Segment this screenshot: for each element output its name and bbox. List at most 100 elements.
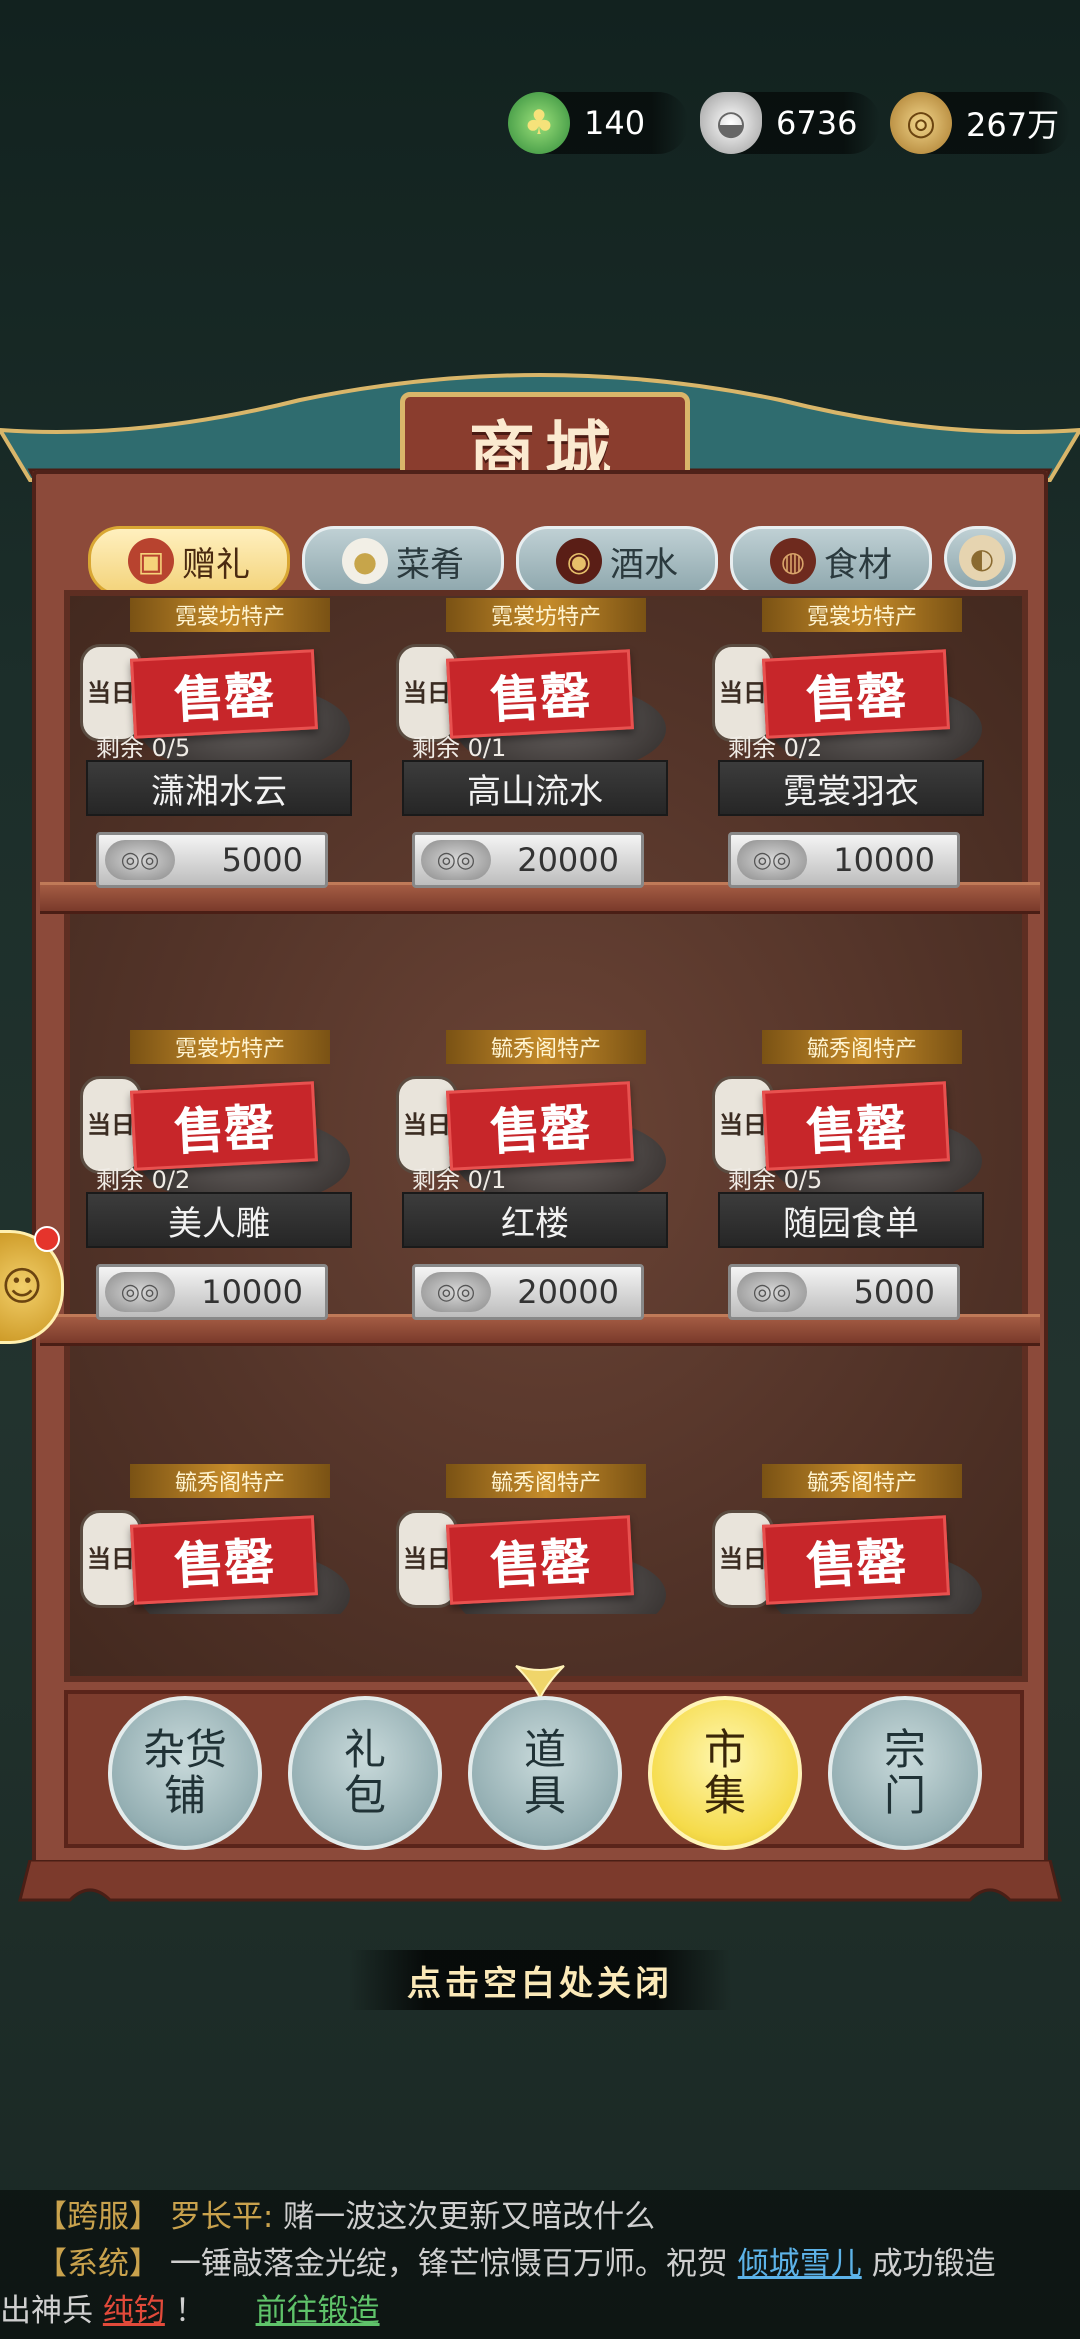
- shop-item-card[interactable]: 霓裳坊特产 当日 售罄 剩余 0/2 霓裳羽衣 ◎◎ 10000: [712, 598, 1002, 888]
- chat-message: 出神兵: [0, 2293, 93, 2329]
- price-button[interactable]: ◎◎ 20000: [412, 1264, 644, 1320]
- shop-item-card[interactable]: 毓秀阁特产 当日 售罄 剩余 0/1 红楼 ◎◎ 20000: [396, 1030, 686, 1320]
- item-origin-tag: 霓裳坊特产: [130, 598, 330, 632]
- nav-label-line2: 包: [343, 1771, 386, 1820]
- coin-stack-icon: ◎◎: [105, 840, 175, 880]
- lantern-text: 当日: [719, 1111, 767, 1139]
- tab-wine[interactable]: ◉ 酒水: [516, 526, 718, 596]
- nav-label-line1: 宗: [883, 1725, 926, 1774]
- remaining-count: 剩余 0/1: [412, 734, 507, 762]
- item-origin-tag: 霓裳坊特产: [446, 598, 646, 632]
- tab-dishes[interactable]: ● 菜肴: [302, 526, 504, 596]
- remaining-count: 剩余 0/5: [96, 734, 191, 762]
- coins-value: 267万: [966, 106, 1060, 144]
- coin-stack-icon: ◎◎: [737, 1272, 807, 1312]
- lantern-text: 当日: [87, 679, 135, 707]
- item-origin-tag: 毓秀阁特产: [762, 1464, 962, 1498]
- price-button[interactable]: ◎◎ 10000: [96, 1264, 328, 1320]
- jade-currency[interactable]: ♣ 140: [508, 92, 688, 154]
- lantern-text: 当日: [403, 1545, 451, 1573]
- chat-channel: 【系统】: [36, 2246, 160, 2282]
- nav-label-line2: 集: [703, 1771, 746, 1820]
- remaining-count: 剩余 0/1: [412, 1166, 507, 1194]
- nav-gift-pack[interactable]: 礼包: [288, 1696, 442, 1850]
- coin-stack-icon: ◎◎: [421, 1272, 491, 1312]
- item-origin-tag: 霓裳坊特产: [762, 598, 962, 632]
- shop-item-card[interactable]: 霓裳坊特产 当日 售罄 剩余 0/5 潇湘水云 ◎◎ 5000: [80, 598, 370, 888]
- player-link[interactable]: 倾城雪儿: [738, 2246, 862, 2282]
- nav-label-line2: 铺: [163, 1771, 206, 1820]
- price-button[interactable]: ◎◎ 5000: [728, 1264, 960, 1320]
- shop-item-card[interactable]: 毓秀阁特产 当日 售罄 剩余 0/5 随园食单 ◎◎ 5000: [712, 1030, 1002, 1320]
- chat-line-3: 出神兵 纯钧 ！ 前往锻造: [0, 2288, 380, 2335]
- chat-panel[interactable]: 【跨服】 罗长平: 赌一波这次更新又暗改什么 【系统】 一锤敲落金光绽，锋芒惊慑…: [0, 2190, 1080, 2339]
- tab-label: 菜肴: [396, 544, 464, 585]
- tab-more[interactable]: ◐: [944, 526, 1016, 590]
- sold-out-stamp: 售罄: [130, 1515, 318, 1605]
- silver-ingot-icon: ◒: [700, 92, 762, 154]
- chat-line-1: 【跨服】 罗长平: 赌一波这次更新又暗改什么: [36, 2194, 655, 2241]
- price-button[interactable]: ◎◎ 10000: [728, 832, 960, 888]
- lantern-text: 当日: [719, 1545, 767, 1573]
- shop-item-card[interactable]: 毓秀阁特产当日 售罄: [396, 1464, 686, 1614]
- sold-out-stamp: 售罄: [762, 1081, 950, 1171]
- go-forge-link[interactable]: 前往锻造: [256, 2293, 380, 2329]
- coin-stack-icon: ◎◎: [737, 840, 807, 880]
- chat-speaker[interactable]: 罗长平:: [170, 2199, 273, 2235]
- tab-label: 赠礼: [182, 544, 250, 585]
- nav-market[interactable]: 市集: [648, 1696, 802, 1850]
- shop-item-card[interactable]: 毓秀阁特产当日 售罄: [712, 1464, 1002, 1614]
- wine-jar-icon: ◉: [556, 538, 602, 584]
- item-name: 霓裳羽衣: [718, 760, 984, 816]
- coin-stack-icon: ◎◎: [421, 840, 491, 880]
- chat-line-2: 【系统】 一锤敲落金光绽，锋芒惊慑百万师。祝贺 倾城雪儿 成功锻造: [36, 2241, 996, 2288]
- close-hint[interactable]: 点击空白处关闭: [348, 1950, 732, 2010]
- chat-message: 一锤敲落金光绽，锋芒惊慑百万师。祝贺: [169, 2246, 728, 2282]
- remaining-count: 剩余 0/2: [96, 1166, 191, 1194]
- nav-general-store[interactable]: 杂货铺: [108, 1696, 262, 1850]
- nav-label-line1: 市: [703, 1725, 746, 1774]
- price-button[interactable]: ◎◎ 5000: [96, 832, 328, 888]
- more-tab-icon: ◐: [959, 535, 1005, 581]
- nav-label-line1: 礼: [343, 1725, 386, 1774]
- price-value: 20000: [517, 841, 619, 879]
- item-origin-tag: 霓裳坊特产: [130, 1030, 330, 1064]
- nav-items[interactable]: 道具: [468, 1696, 622, 1850]
- lantern-text: 当日: [87, 1545, 135, 1573]
- tab-gift[interactable]: ▣ 赠礼: [88, 526, 290, 596]
- price-value: 10000: [833, 841, 935, 879]
- coin-currency: ◎ 267万: [890, 92, 1070, 154]
- selector-arrow-icon: [515, 1665, 565, 1700]
- cabinet-base: [18, 1860, 1062, 1902]
- sold-out-stamp: 售罄: [130, 1081, 318, 1171]
- nav-label-line2: 具: [523, 1771, 566, 1820]
- price-value: 20000: [517, 1273, 619, 1311]
- weapon-link[interactable]: 纯钧: [103, 2293, 165, 2329]
- lantern-text: 当日: [403, 1111, 451, 1139]
- sold-out-stamp: 售罄: [446, 1081, 634, 1171]
- nav-sect[interactable]: 宗门: [828, 1696, 982, 1850]
- sold-out-stamp: 售罄: [446, 1515, 634, 1605]
- item-name: 高山流水: [402, 760, 668, 816]
- price-value: 5000: [853, 1273, 935, 1311]
- silver-currency: ◒ 6736: [700, 92, 880, 154]
- shop-item-card[interactable]: 霓裳坊特产 当日 售罄 剩余 0/1 高山流水 ◎◎ 20000: [396, 598, 686, 888]
- shop-item-card[interactable]: 毓秀阁特产当日 售罄: [80, 1464, 370, 1614]
- tab-ingredients[interactable]: ◍ 食材: [730, 526, 932, 596]
- chat-message: ！: [174, 2293, 206, 2329]
- sold-out-stamp: 售罄: [762, 649, 950, 739]
- tab-label: 食材: [824, 544, 892, 585]
- item-name: 随园食单: [718, 1192, 984, 1248]
- shop-item-card[interactable]: 霓裳坊特产 当日 售罄 剩余 0/2 美人雕 ◎◎ 10000: [80, 1030, 370, 1320]
- item-name: 美人雕: [86, 1192, 352, 1248]
- item-origin-tag: 毓秀阁特产: [446, 1464, 646, 1498]
- dish-icon: ●: [342, 538, 388, 584]
- item-origin-tag: 毓秀阁特产: [130, 1464, 330, 1498]
- lantern-text: 当日: [403, 679, 451, 707]
- nav-label-line1: 杂货: [142, 1725, 227, 1774]
- sold-out-stamp: 售罄: [762, 1515, 950, 1605]
- chat-bubble-icon: ☺: [1, 1264, 43, 1310]
- coin-stack-icon: ◎◎: [105, 1272, 175, 1312]
- jade-value: 140: [584, 104, 646, 142]
- price-button[interactable]: ◎◎ 20000: [412, 832, 644, 888]
